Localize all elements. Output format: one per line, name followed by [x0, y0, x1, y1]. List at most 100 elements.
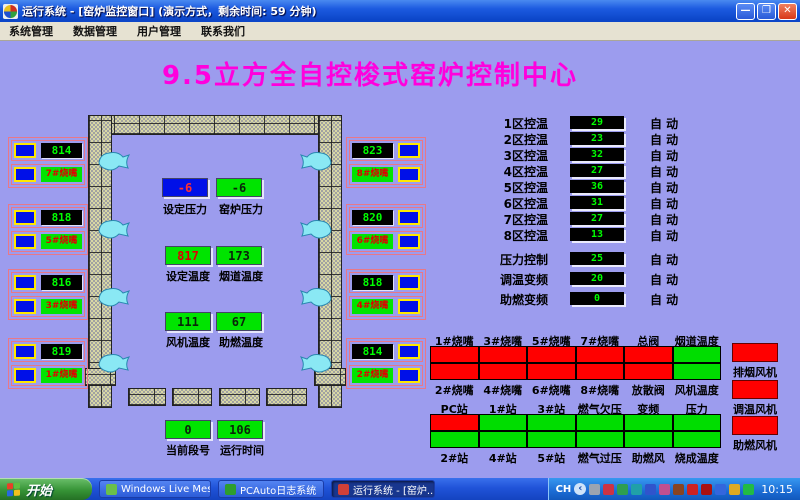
control-display[interactable]: 20 — [570, 272, 624, 285]
burner-label: 5#烧嘴 — [41, 234, 82, 249]
flame-icon — [98, 217, 130, 243]
tray-icon[interactable] — [701, 484, 712, 495]
burner-valve-button[interactable] — [14, 299, 36, 314]
burner-label: 7#烧嘴 — [41, 167, 82, 182]
zone-temp-display[interactable]: 27 — [570, 212, 624, 225]
taskbar-task-messenger[interactable]: Windows Live Mes... — [99, 480, 211, 498]
status-cell — [527, 363, 576, 380]
desktop: 运行系统 - [窑炉监控窗口] (演示方式，剩余时间: 59 分钟) — ❐ ✕… — [0, 0, 800, 500]
zone-temp-display[interactable]: 13 — [570, 228, 624, 241]
tray-icon[interactable] — [603, 484, 614, 495]
fan-temp-display: 111 — [165, 312, 211, 331]
restore-button[interactable]: ❐ — [757, 3, 776, 20]
status-cell — [479, 414, 528, 431]
windows-logo-icon — [7, 482, 20, 496]
menu-data[interactable]: 数据管理 — [73, 23, 117, 39]
minimize-button[interactable]: — — [736, 3, 755, 20]
zone-temp-display[interactable]: 29 — [570, 116, 624, 129]
kiln-car-segment — [172, 388, 212, 406]
zone-mode: 自 动 — [650, 147, 710, 164]
start-button[interactable]: 开始 — [0, 478, 92, 500]
burner-module-1: 819 1#烧嘴 — [8, 338, 88, 389]
tray-icon[interactable] — [743, 484, 754, 495]
burner-module-8: 823 8#烧嘴 — [346, 137, 426, 188]
burner-valve-button[interactable] — [398, 210, 420, 225]
tray-icon[interactable] — [589, 484, 600, 495]
burner-valve-button[interactable] — [398, 299, 420, 314]
combustion-fan-indicator — [732, 416, 778, 435]
control-label: 压力控制 — [468, 251, 548, 268]
station-grid-row1 — [430, 414, 721, 431]
flame-icon — [300, 149, 332, 175]
burner-valve-button[interactable] — [398, 368, 420, 383]
control-display[interactable]: 0 — [570, 292, 624, 305]
tray-icon[interactable] — [631, 484, 642, 495]
burner-valve-button[interactable] — [398, 275, 420, 290]
flame-icon — [98, 351, 130, 377]
menu-user[interactable]: 用户管理 — [137, 23, 181, 39]
zone-label: 6区控温 — [468, 195, 548, 212]
burner-valve-button[interactable] — [398, 234, 420, 249]
language-indicator[interactable]: CH — [556, 484, 572, 495]
burner-valve-button[interactable] — [398, 167, 420, 182]
status-cell — [527, 431, 576, 448]
set-pressure-display[interactable]: -6 — [162, 178, 208, 197]
window-titlebar: 运行系统 - [窑炉监控窗口] (演示方式，剩余时间: 59 分钟) — ❐ ✕ — [0, 0, 800, 22]
kiln-pressure-label: 窑炉压力 — [209, 201, 273, 217]
control-mode: 自 动 — [650, 291, 710, 308]
zone-temp-display[interactable]: 27 — [570, 164, 624, 177]
tray-icon[interactable] — [659, 484, 670, 495]
status-cell — [673, 414, 722, 431]
burner-temp-display: 814 — [352, 344, 393, 359]
burner-module-3: 816 3#烧嘴 — [8, 269, 88, 320]
burner-valve-button[interactable] — [398, 344, 420, 359]
zone-temp-display[interactable]: 36 — [570, 180, 624, 193]
zone-label: 7区控温 — [468, 211, 548, 228]
burner-valve-button[interactable] — [398, 143, 420, 158]
burner-temp-display: 814 — [41, 143, 82, 158]
burner-valve-button[interactable] — [14, 143, 36, 158]
zone-mode: 自 动 — [650, 195, 710, 212]
burner-valve-button[interactable] — [14, 275, 36, 290]
tray-collapse-chevron[interactable]: ‹ — [574, 483, 586, 495]
tray-icon[interactable] — [645, 484, 656, 495]
burner-valve-button[interactable] — [14, 210, 36, 225]
set-temp-display[interactable]: 817 — [165, 246, 211, 265]
close-button[interactable]: ✕ — [778, 3, 797, 20]
menu-contact[interactable]: 联系我们 — [201, 23, 245, 39]
zone-label: 5区控温 — [468, 179, 548, 196]
taskbar-task-run-system[interactable]: 运行系统 - [窑炉... — [331, 480, 435, 498]
runtime-label: 运行时间 — [210, 442, 274, 458]
burner-temp-display: 818 — [352, 275, 393, 290]
status-cell — [576, 363, 625, 380]
clock: 10:15 — [761, 483, 793, 496]
burner-label: 1#烧嘴 — [41, 368, 82, 383]
burner-valve-button[interactable] — [14, 234, 36, 249]
zone-mode: 自 动 — [650, 227, 710, 244]
tray-icon[interactable] — [673, 484, 684, 495]
status-cell — [624, 431, 673, 448]
tray-icon[interactable] — [729, 484, 740, 495]
burner-valve-button[interactable] — [14, 167, 36, 182]
tray-icon[interactable] — [715, 484, 726, 495]
taskbar-task-pcauto-log[interactable]: PCAuto日志系统 — [218, 480, 324, 498]
burner-module-7: 814 7#烧嘴 — [8, 137, 88, 188]
burner-module-2: 814 2#烧嘴 — [346, 338, 426, 389]
tray-icon[interactable] — [687, 484, 698, 495]
station-grid-bottom-headers: 2#站 4#站 5#站 燃气过压 助燃风 烧成温度 — [430, 450, 721, 466]
burner-valve-button[interactable] — [14, 368, 36, 383]
status-cell — [527, 414, 576, 431]
burner-module-4: 818 4#烧嘴 — [346, 269, 426, 320]
taskbar: 开始 Windows Live Mes... PCAuto日志系统 运行系统 -… — [0, 478, 800, 500]
zone-temp-display[interactable]: 31 — [570, 196, 624, 209]
burner-module-5: 818 5#烧嘴 — [8, 204, 88, 255]
tray-icon[interactable] — [617, 484, 628, 495]
control-display[interactable]: 25 — [570, 252, 624, 265]
zone-temp-display[interactable]: 23 — [570, 132, 624, 145]
menu-system[interactable]: 系统管理 — [9, 23, 53, 39]
zone-temp-display[interactable]: 32 — [570, 148, 624, 161]
zone-mode: 自 动 — [650, 179, 710, 196]
messenger-icon — [106, 484, 117, 495]
status-cell — [430, 431, 479, 448]
burner-valve-button[interactable] — [14, 344, 36, 359]
